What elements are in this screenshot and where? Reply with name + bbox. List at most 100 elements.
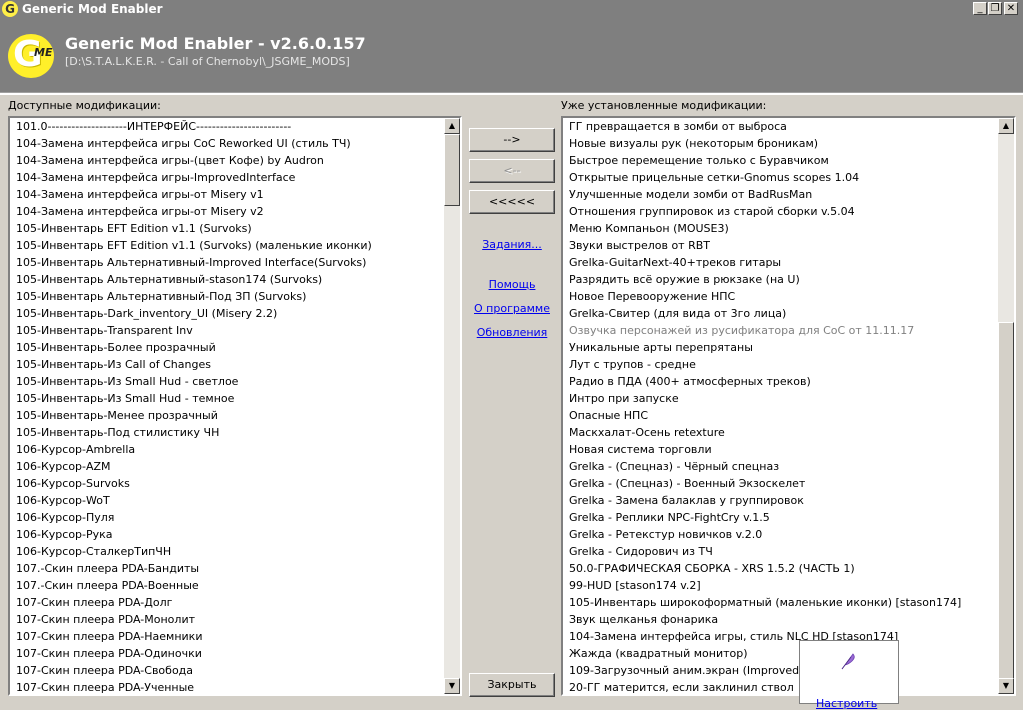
list-item[interactable]: 107.-Скин плеера PDA-Бандиты xyxy=(16,560,460,577)
list-item[interactable]: Grelka-GuitarNext-40+треков гитары xyxy=(569,254,1014,271)
app-title: Generic Mod Enabler - v2.6.0.157 xyxy=(65,34,366,53)
list-item[interactable]: Звук щелканья фонарика xyxy=(569,611,1014,628)
available-mods-label: Доступные модификации: xyxy=(8,99,161,112)
list-item[interactable]: 104-Замена интерфейса игры CoC Reworked … xyxy=(16,135,460,152)
list-item[interactable]: 105-Инвентарь-Из Small Hud - светлое xyxy=(16,373,460,390)
list-item[interactable]: 105-Инвентарь Альтернативный-Под ЗП (Sur… xyxy=(16,288,460,305)
installed-scrollbar[interactable]: ▲ ▼ xyxy=(998,118,1014,694)
scroll-thumb[interactable] xyxy=(444,134,460,206)
list-item[interactable]: 20-ГГ матерится, если заклинил ствол xyxy=(569,679,1014,694)
list-item[interactable]: 106-Курсор-СталкерТипЧН xyxy=(16,543,460,560)
list-item[interactable]: 106-Курсор-Survoks xyxy=(16,475,460,492)
feather-icon xyxy=(841,653,855,670)
list-item[interactable]: 105-Инвентарь-Из Call of Changes xyxy=(16,356,460,373)
list-item[interactable]: Быстрое перемещение только с Буравчиком xyxy=(569,152,1014,169)
list-item[interactable]: Открытые прицельные сетки-Gnomus scopes … xyxy=(569,169,1014,186)
list-item[interactable]: Grelka - Ретекстур новичков v.2.0 xyxy=(569,526,1014,543)
list-item[interactable]: Grelka - Реплики NPC-FightCry v.1.5 xyxy=(569,509,1014,526)
list-item[interactable]: Новая система торговли xyxy=(569,441,1014,458)
scroll-down-icon[interactable]: ▼ xyxy=(444,678,460,694)
list-item[interactable]: Новое Перевооружение НПС xyxy=(569,288,1014,305)
list-item[interactable]: 106-Курсор-Пуля xyxy=(16,509,460,526)
list-item[interactable]: Озвучка персонажей из русификатора для C… xyxy=(569,322,1014,339)
tasks-link[interactable]: Задания... xyxy=(469,238,555,251)
list-item[interactable]: 107-Скин плеера PDA-Наемники xyxy=(16,628,460,645)
list-item[interactable]: Grelka - Сидорович из ТЧ xyxy=(569,543,1014,560)
activate-button[interactable]: --> xyxy=(469,128,555,152)
list-item[interactable]: 104-Замена интерфейса игры-от Misery v1 xyxy=(16,186,460,203)
list-item[interactable]: 105-Инвентарь широкоформатный (маленькие… xyxy=(569,594,1014,611)
list-item[interactable]: Меню Компаньон (MOUSE3) xyxy=(569,220,1014,237)
about-link[interactable]: О программе xyxy=(469,302,555,315)
list-item[interactable]: Новые визуалы рук (некоторым броникам) xyxy=(569,135,1014,152)
list-item[interactable]: 104-Замена интерфейса игры-от Misery v2 xyxy=(16,203,460,220)
list-item[interactable]: ГГ превращается в зомби от выброса xyxy=(569,118,1014,135)
list-item[interactable]: 105-Инвентарь-Менее прозрачный xyxy=(16,407,460,424)
list-item[interactable]: 104-Замена интерфейса игры, стиль NLC HD… xyxy=(569,628,1014,645)
help-link[interactable]: Помощь xyxy=(469,278,555,291)
installed-mods-list[interactable]: ГГ превращается в зомби от выброса Новые … xyxy=(561,116,1016,696)
list-item[interactable]: 106-Курсор-AZM xyxy=(16,458,460,475)
window-title: Generic Mod Enabler xyxy=(22,2,163,16)
list-item[interactable]: 105-Инвентарь-Dark_inventory_UI (Misery … xyxy=(16,305,460,322)
list-item[interactable]: Лут с трупов - средне xyxy=(569,356,1014,373)
list-item[interactable]: 105-Инвентарь-Более прозрачный xyxy=(16,339,460,356)
close-button[interactable]: Закрыть xyxy=(469,673,555,697)
list-item[interactable]: 105-Инвентарь EFT Edition v1.1 (Survoks) xyxy=(16,220,460,237)
installed-mods-label: Уже установленные модификации: xyxy=(561,99,767,112)
available-scrollbar[interactable]: ▲ ▼ xyxy=(444,118,460,694)
restore-button[interactable]: ❐ xyxy=(988,2,1002,15)
list-item[interactable]: 107-Скин плеера PDA-Монолит xyxy=(16,611,460,628)
list-item[interactable]: 109-Загрузочный аним.экран (ImprovedInte… xyxy=(569,662,1014,679)
list-item[interactable]: 106-Курсор-Рука xyxy=(16,526,460,543)
list-item[interactable]: Радио в ПДА (400+ атмосферных треков) xyxy=(569,373,1014,390)
settings-popup[interactable]: Настроить xyxy=(799,640,899,710)
scroll-thumb[interactable] xyxy=(998,322,1014,680)
list-item[interactable]: Улучшенные модели зомби от BadRusMan xyxy=(569,186,1014,203)
list-item[interactable]: Интро при запуске xyxy=(569,390,1014,407)
list-item[interactable]: Жажда (квадратный монитор) xyxy=(569,645,1014,662)
available-mods-list[interactable]: 101.0--------------------ИНТЕРФЕЙС------… xyxy=(8,116,462,696)
list-item[interactable]: Grelka - (Спецназ) - Военный Экзоскелет xyxy=(569,475,1014,492)
list-item[interactable]: Grelka - (Спецназ) - Чёрный спецназ xyxy=(569,458,1014,475)
list-item[interactable]: Уникальные арты перепрятаны xyxy=(569,339,1014,356)
close-window-button[interactable]: ✕ xyxy=(1004,2,1018,15)
list-item[interactable]: 105-Инвентарь EFT Edition v1.1 (Survoks)… xyxy=(16,237,460,254)
list-item[interactable]: 105-Инвентарь-Transparent Inv xyxy=(16,322,460,339)
list-item[interactable]: Grelka - Замена балаклав у группировок xyxy=(569,492,1014,509)
list-item[interactable]: Звуки выстрелов от RBT xyxy=(569,237,1014,254)
list-item[interactable]: 106-Курсор-Ambrella xyxy=(16,441,460,458)
list-item[interactable]: 99-HUD [stason174 v.2] xyxy=(569,577,1014,594)
list-item[interactable]: 101.0--------------------ИНТЕРФЕЙС------… xyxy=(16,118,460,135)
deactivate-button[interactable]: <-- xyxy=(469,159,555,183)
app-icon: G xyxy=(2,1,18,17)
header-divider xyxy=(0,92,1023,95)
list-item[interactable]: 107-Скин плеера PDA-Одиночки xyxy=(16,645,460,662)
list-item[interactable]: 107-Скин плеера PDA-Ученные xyxy=(16,679,460,694)
deactivate-all-button[interactable]: <<<<< xyxy=(469,190,555,214)
list-item[interactable]: 105-Инвентарь Альтернативный-Improved In… xyxy=(16,254,460,271)
list-item[interactable]: Отношения группировок из старой сборки v… xyxy=(569,203,1014,220)
list-item[interactable]: 50.0-ГРАФИЧЕСКАЯ СБОРКА - XRS 1.5.2 (ЧАС… xyxy=(569,560,1014,577)
scroll-up-icon[interactable]: ▲ xyxy=(444,118,460,134)
list-item[interactable]: 104-Замена интерфейса игры-ImprovedInter… xyxy=(16,169,460,186)
scroll-up-icon[interactable]: ▲ xyxy=(998,118,1014,134)
updates-link[interactable]: Обновления xyxy=(469,326,555,339)
list-item[interactable]: 105-Инвентарь-Из Small Hud - темное xyxy=(16,390,460,407)
list-item[interactable]: 104-Замена интерфейса игры-(цвет Кофе) b… xyxy=(16,152,460,169)
header-text: Generic Mod Enabler - v2.6.0.157 [D:\S.T… xyxy=(0,18,1023,92)
list-item[interactable]: Опасные НПС xyxy=(569,407,1014,424)
mods-path: [D:\S.T.A.L.K.E.R. - Call of Chernobyl\_… xyxy=(65,55,350,68)
list-item[interactable]: 106-Курсор-WoT xyxy=(16,492,460,509)
scroll-down-icon[interactable]: ▼ xyxy=(998,678,1014,694)
list-item[interactable]: 107.-Скин плеера PDA-Военные xyxy=(16,577,460,594)
list-item[interactable]: Разрядить всё оружие в рюкзаке (на U) xyxy=(569,271,1014,288)
title-bar: G Generic Mod Enabler _ ❐ ✕ xyxy=(0,0,1023,18)
list-item[interactable]: 107-Скин плеера PDA-Долг xyxy=(16,594,460,611)
list-item[interactable]: Grelka-Свитер (для вида от 3го лица) xyxy=(569,305,1014,322)
list-item[interactable]: 105-Инвентарь-Под стилистику ЧН xyxy=(16,424,460,441)
list-item[interactable]: Маскхалат-Осень retexture xyxy=(569,424,1014,441)
minimize-button[interactable]: _ xyxy=(973,2,987,15)
list-item[interactable]: 107-Скин плеера PDA-Свобода xyxy=(16,662,460,679)
list-item[interactable]: 105-Инвентарь Альтернативный-stason174 (… xyxy=(16,271,460,288)
